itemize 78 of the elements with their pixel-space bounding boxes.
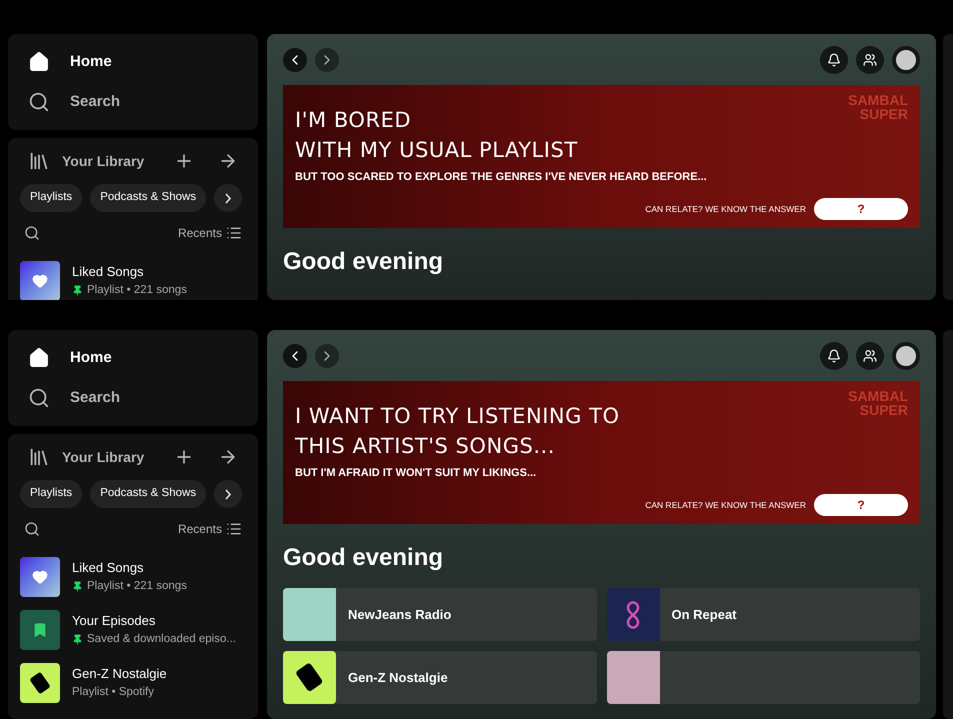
greeting: Good evening (283, 247, 444, 277)
shortcut-card[interactable]: Gen-Z Nostalgie (283, 651, 596, 704)
filter-chip[interactable]: Podcasts & Shows (90, 480, 206, 508)
search-icon (28, 387, 50, 409)
brand-logo: SAMBAL SUPER (848, 93, 908, 121)
answer-button[interactable]: ? (814, 198, 908, 220)
banner-headline: I'M BORED (295, 107, 412, 134)
heart-icon (32, 272, 48, 288)
shortcut-title: NewJeans Radio (348, 606, 452, 624)
heart-icon (32, 568, 48, 584)
notifications-button[interactable] (820, 342, 848, 370)
library-title: Your Library (62, 152, 146, 171)
back-button[interactable] (283, 48, 307, 72)
banner-headline: THIS ARTIST'S SONGS... (295, 433, 555, 460)
avatar[interactable] (892, 46, 920, 74)
list-icon (226, 225, 242, 241)
filter-chip[interactable]: Podcasts & Shows (90, 184, 206, 212)
sort-button[interactable]: Recents (178, 224, 242, 242)
friends-button[interactable] (856, 342, 884, 370)
back-button[interactable] (283, 344, 307, 368)
chevron-right-icon (225, 488, 232, 500)
avatar[interactable] (892, 342, 920, 370)
photo-placeholder (606, 651, 660, 704)
users-icon (863, 53, 877, 67)
bookmark-icon (32, 622, 48, 638)
filter-chip[interactable]: Playlists (20, 184, 82, 212)
filter-chip[interactable]: Playlists (20, 480, 82, 508)
list-icon (226, 521, 242, 537)
bell-icon (827, 53, 841, 67)
library-title: Your Library (62, 448, 146, 467)
home-icon (28, 51, 50, 73)
banner-headline: WITH MY USUAL PLAYLIST (295, 137, 578, 164)
banner-prompt: CAN RELATE? WE KNOW THE ANSWER (645, 498, 806, 512)
sort-button[interactable]: Recents (178, 520, 242, 538)
banner-subline: BUT TOO SCARED TO EXPLORE THE GENRES I'VE NEVER HEARD BEFORE... (295, 170, 708, 185)
item-subtitle: Saved & downloaded episo... (87, 632, 236, 647)
item-subtitle: Playlist • 221 songs (87, 578, 187, 594)
friends-button[interactable] (856, 46, 884, 74)
item-title: Liked Songs (72, 263, 145, 282)
item-title: Your Episodes (72, 612, 156, 630)
users-icon (863, 349, 877, 363)
chip-scroll-button[interactable] (214, 184, 242, 212)
item-subtitle: Playlist • 221 songs (87, 282, 187, 298)
nav-item[interactable]: Search (12, 82, 254, 122)
item-title: Gen-Z Nostalgie (72, 665, 167, 684)
chevron-right-icon (225, 192, 232, 204)
nav-item[interactable]: Search (12, 378, 254, 418)
library-icon (28, 446, 50, 468)
banner-prompt: CAN RELATE? WE KNOW THE ANSWER (645, 202, 806, 216)
shortcut-card[interactable]: NewJeans Radio (283, 588, 596, 641)
library-icon (28, 150, 50, 172)
item-title: Liked Songs (72, 559, 145, 578)
item-subtitle: Playlist • Spotify (72, 684, 154, 700)
nav-item[interactable]: Home (12, 338, 254, 378)
greeting: Good evening (283, 543, 444, 573)
search-icon[interactable] (24, 521, 40, 537)
library-item[interactable]: Liked Songs Playlist • 221 songs (20, 550, 246, 603)
search-icon[interactable] (24, 225, 40, 241)
notifications-button[interactable] (820, 46, 848, 74)
search-icon (28, 91, 50, 113)
forward-button[interactable] (315, 48, 339, 72)
answer-button[interactable]: ? (814, 494, 908, 516)
chip-scroll-button[interactable] (214, 480, 242, 508)
shortcut-title: On Repeat (672, 606, 737, 624)
shortcut-card[interactable] (606, 651, 920, 704)
shortcut-title: Gen-Z Nostalgie (348, 668, 448, 687)
library-item[interactable]: Your Episodes Saved & downloaded episo... (20, 603, 246, 656)
home-icon (28, 347, 50, 369)
library-item[interactable]: Gen-Z Nostalgie Playlist • Spotify (20, 656, 246, 709)
bell-icon (827, 349, 841, 363)
photo-placeholder (283, 588, 336, 641)
banner-headline: I WANT TO TRY LISTENING TO (295, 403, 620, 430)
nav-item[interactable]: Home (12, 42, 254, 82)
brand-logo: SAMBAL SUPER (848, 389, 908, 417)
banner-subline: BUT I'M AFRAID IT WON'T SUIT MY LIKINGS... (295, 466, 538, 481)
shortcut-card[interactable]: On Repeat (606, 588, 920, 641)
library-item[interactable]: Liked Songs Playlist • 221 songs (20, 254, 246, 300)
forward-button[interactable] (315, 344, 339, 368)
